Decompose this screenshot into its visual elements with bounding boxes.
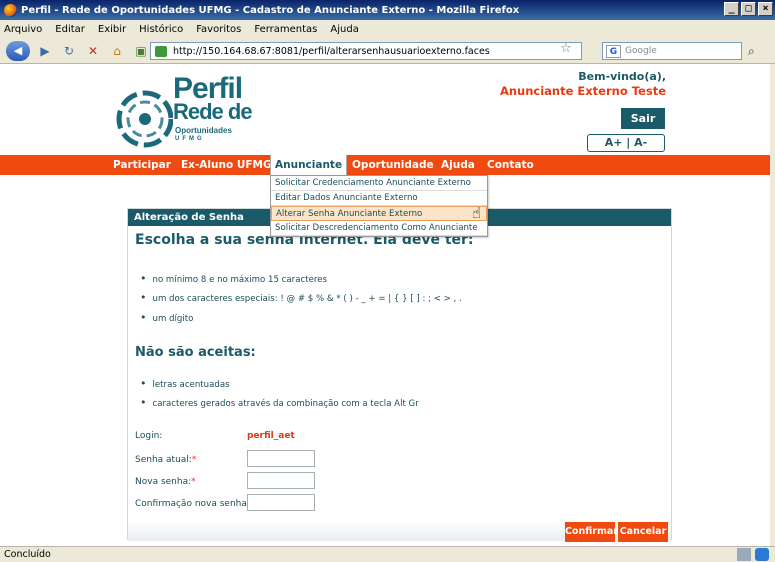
new-password-input[interactable] [247, 472, 315, 489]
dropdown-item-descredenciamento[interactable]: Solicitar Descredenciamento Como Anuncia… [271, 221, 487, 236]
dropdown-item-alterar-senha[interactable]: Alterar Senha Anunciante Externo [271, 206, 487, 221]
nav-contato[interactable]: Contato [487, 155, 534, 175]
maximize-button[interactable]: □ [741, 2, 756, 16]
current-password-label: Senha atual:* [135, 455, 197, 465]
dropdown-item-editar-dados[interactable]: Editar Dados Anunciante Externo [271, 191, 487, 206]
list-item: um dos caracteres especiais: ! @ # $ % &… [140, 291, 462, 304]
search-input[interactable]: G Google [602, 42, 742, 60]
bookmark-star-icon[interactable]: ☆ [560, 41, 572, 56]
close-button[interactable]: × [758, 2, 773, 16]
nav-oportunidade[interactable]: Oportunidade [352, 155, 434, 175]
minimize-button[interactable]: _ [724, 2, 739, 16]
list-item: no mínimo 8 e no máximo 15 caracteres [140, 272, 327, 285]
search-icon[interactable]: ⌕ [748, 44, 755, 59]
vertical-scrollbar[interactable] [770, 64, 775, 546]
list-item: letras acentuadas [140, 377, 230, 390]
reload-icon[interactable]: ↻ [60, 42, 78, 60]
browser-toolbar: ◀ ▶ ↻ ✕ ⌂ ▣ http://150.164.68.67:8081/pe… [0, 38, 775, 64]
logo-emblem-icon [116, 90, 174, 148]
font-size-controls[interactable]: A+ | A- [587, 134, 665, 152]
list-item: um dígito [140, 311, 194, 324]
forward-button[interactable]: ▶ [36, 42, 54, 60]
site-favicon [155, 46, 167, 57]
page-content: Perfil Rede de Oportunidades UFMG Bem-vi… [0, 64, 775, 546]
confirm-button[interactable]: Confirmar [565, 522, 618, 542]
nav-ajuda[interactable]: Ajuda [441, 155, 475, 175]
logout-button[interactable]: Sair [621, 108, 665, 129]
logo-tagline: Oportunidades [175, 126, 232, 135]
list-item: caracteres gerados através da combinação… [140, 396, 419, 409]
search-placeholder: Google [625, 46, 657, 56]
menu-historico[interactable]: Histórico [139, 24, 183, 35]
cancel-button[interactable]: Cancelar [618, 522, 668, 542]
address-bar[interactable]: http://150.164.68.67:8081/perfil/alterar… [150, 42, 582, 60]
skype-icon[interactable] [755, 548, 769, 561]
home-icon[interactable]: ⌂ [108, 42, 126, 60]
nav-anunciante[interactable]: Anunciante [270, 155, 348, 175]
status-icons [737, 548, 769, 561]
menu-ferramentas[interactable]: Ferramentas [254, 24, 317, 35]
hand-cursor-icon: ☝ [472, 204, 482, 222]
firefox-icon [4, 3, 17, 17]
login-label: Login: [135, 431, 163, 441]
stop-icon[interactable]: ✕ [84, 42, 102, 60]
required-mark: * [191, 477, 196, 487]
main-nav: Participar Ex-Aluno UFMG Anunciante Opor… [0, 155, 775, 175]
new-password-label: Nova senha:* [135, 477, 196, 487]
current-password-input[interactable] [247, 450, 315, 467]
password-change-panel: Alteração de Senha Escolha a sua senha i… [127, 208, 672, 541]
confirm-password-input[interactable] [247, 494, 315, 511]
browser-menubar: Arquivo Editar Exibir Histórico Favorito… [0, 20, 775, 38]
dropdown-item-credenciamento[interactable]: Solicitar Credenciamento Anunciante Exte… [271, 176, 487, 191]
welcome-text: Bem-vindo(a), [578, 70, 666, 83]
login-value: perfil_aet [247, 431, 295, 441]
status-bar: Concluído [0, 546, 775, 562]
window-title: Perfil - Rede de Oportunidades UFMG - Ca… [21, 4, 520, 16]
required-mark: * [191, 455, 197, 465]
window-controls: _ □ × [724, 2, 773, 16]
logo-ufmg: UFMG [175, 136, 205, 142]
anunciante-dropdown: Solicitar Credenciamento Anunciante Exte… [270, 175, 488, 237]
menu-ajuda[interactable]: Ajuda [330, 24, 358, 35]
menu-arquivo[interactable]: Arquivo [4, 24, 42, 35]
back-button[interactable]: ◀ [6, 40, 30, 61]
menu-editar[interactable]: Editar [55, 24, 85, 35]
nav-ex-aluno[interactable]: Ex-Aluno UFMG [181, 155, 272, 175]
google-icon[interactable]: G [606, 45, 621, 58]
user-name: Anunciante Externo Teste [499, 84, 666, 98]
status-text: Concluído [4, 549, 51, 560]
menu-exibir[interactable]: Exibir [98, 24, 126, 35]
window-titlebar: Perfil - Rede de Oportunidades UFMG - Ca… [0, 0, 775, 20]
perfil-logo[interactable]: Perfil Rede de Oportunidades UFMG [113, 74, 253, 152]
not-accepted-heading: Não são aceitas: [135, 345, 256, 360]
logo-subtitle: Rede de [173, 99, 253, 124]
address-url: http://150.164.68.67:8081/perfil/alterar… [173, 45, 490, 57]
confirm-password-label: Confirmação nova senha:* [135, 499, 254, 509]
bookmark-toolbar-icon[interactable]: ▣ [132, 42, 150, 60]
menu-favoritos[interactable]: Favoritos [196, 24, 241, 35]
nav-participar[interactable]: Participar [113, 155, 171, 175]
addon-icon[interactable] [737, 548, 751, 561]
